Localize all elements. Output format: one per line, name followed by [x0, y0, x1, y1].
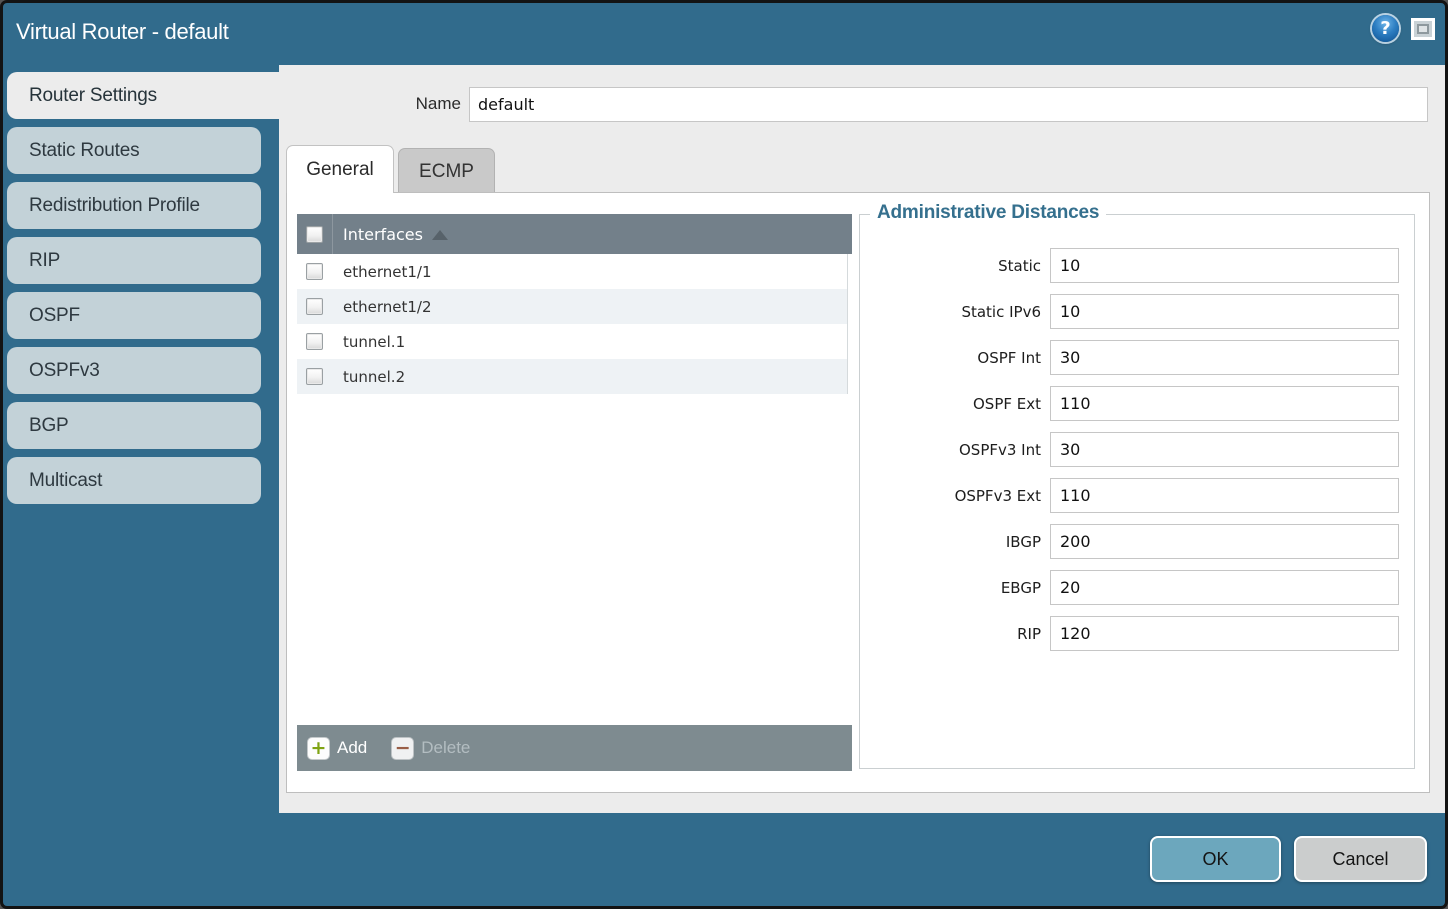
- table-row[interactable]: tunnel.1: [297, 324, 847, 359]
- help-icon[interactable]: ?: [1372, 15, 1399, 42]
- row-checkbox[interactable]: [306, 263, 323, 280]
- interface-name: tunnel.2: [343, 368, 405, 386]
- delete-button: − Delete: [391, 737, 470, 760]
- interfaces-table: Interfaces ethernet1/1 ethernet1/2 tunne: [297, 214, 852, 771]
- static-ipv6-input[interactable]: [1050, 294, 1399, 329]
- tab-ecmp[interactable]: ECMP: [398, 148, 495, 193]
- interface-name: ethernet1/1: [343, 263, 432, 281]
- content-panel: Name General ECMP Interfaces ethernet1/1: [279, 65, 1445, 813]
- name-label: Name: [379, 94, 461, 114]
- row-checkbox[interactable]: [306, 368, 323, 385]
- table-row[interactable]: ethernet1/1: [297, 254, 847, 289]
- select-all-checkbox[interactable]: [306, 226, 323, 243]
- maximize-icon[interactable]: [1411, 18, 1435, 40]
- static-input[interactable]: [1050, 248, 1399, 283]
- ospfv3-int-input[interactable]: [1050, 432, 1399, 467]
- ospf-int-input[interactable]: [1050, 340, 1399, 375]
- form-row: OSPF Int: [860, 340, 1399, 375]
- fieldset-title: Administrative Distances: [870, 202, 1106, 224]
- sidebar-item-router-settings[interactable]: Router Settings: [7, 72, 279, 119]
- table-scrollbar-track[interactable]: [847, 254, 852, 394]
- interfaces-table-header[interactable]: Interfaces: [297, 214, 852, 254]
- form-row: Static IPv6: [860, 294, 1399, 329]
- title-bar: Virtual Router - default ?: [3, 3, 1445, 65]
- ospfv3-int-label: OSPFv3 Int: [860, 441, 1050, 459]
- sort-ascending-icon[interactable]: [432, 230, 448, 240]
- row-checkbox[interactable]: [306, 298, 323, 315]
- ospf-int-label: OSPF Int: [860, 349, 1050, 367]
- delete-button-label: Delete: [421, 738, 470, 758]
- ok-button[interactable]: OK: [1150, 836, 1281, 882]
- ospf-ext-label: OSPF Ext: [860, 395, 1050, 413]
- admin-distances-form: Static Static IPv6 OSPF Int OSPF Ext: [860, 215, 1414, 651]
- tab-general[interactable]: General: [286, 145, 394, 193]
- form-row: OSPFv3 Ext: [860, 478, 1399, 513]
- ospfv3-ext-input[interactable]: [1050, 478, 1399, 513]
- plus-icon: +: [307, 737, 330, 760]
- dialog-title: Virtual Router - default: [16, 19, 229, 45]
- table-empty-area: [297, 394, 852, 725]
- add-button-label: Add: [337, 738, 367, 758]
- interface-name: ethernet1/2: [343, 298, 432, 316]
- rip-label: RIP: [860, 625, 1050, 643]
- interfaces-rows: ethernet1/1 ethernet1/2 tunnel.1 tunnel.…: [297, 254, 852, 394]
- interfaces-table-footer: + Add − Delete: [297, 725, 852, 771]
- sidebar-item-rip[interactable]: RIP: [7, 237, 261, 284]
- form-row: RIP: [860, 616, 1399, 651]
- sidebar-item-redistribution-profile[interactable]: Redistribution Profile: [7, 182, 261, 229]
- ospfv3-ext-label: OSPFv3 Ext: [860, 487, 1050, 505]
- ibgp-input[interactable]: [1050, 524, 1399, 559]
- rip-input[interactable]: [1050, 616, 1399, 651]
- row-checkbox[interactable]: [306, 333, 323, 350]
- form-row: OSPF Ext: [860, 386, 1399, 421]
- interface-name: tunnel.1: [343, 333, 405, 351]
- minus-icon: −: [391, 737, 414, 760]
- interfaces-column-header[interactable]: Interfaces: [343, 225, 423, 244]
- static-label: Static: [860, 257, 1050, 275]
- ebgp-label: EBGP: [860, 579, 1050, 597]
- ebgp-input[interactable]: [1050, 570, 1399, 605]
- maximize-icon-inner: [1417, 24, 1429, 34]
- name-input[interactable]: [469, 87, 1428, 122]
- static-ipv6-label: Static IPv6: [860, 303, 1050, 321]
- cancel-button[interactable]: Cancel: [1294, 836, 1427, 882]
- form-row: OSPFv3 Int: [860, 432, 1399, 467]
- sidebar: Router Settings Static Routes Redistribu…: [7, 72, 279, 512]
- add-button[interactable]: + Add: [307, 737, 367, 760]
- header-separator: [332, 214, 333, 254]
- table-row[interactable]: tunnel.2: [297, 359, 847, 394]
- form-row: Static: [860, 248, 1399, 283]
- sidebar-item-static-routes[interactable]: Static Routes: [7, 127, 261, 174]
- administrative-distances-fieldset: Administrative Distances Static Static I…: [859, 214, 1415, 769]
- form-row: IBGP: [860, 524, 1399, 559]
- sidebar-item-multicast[interactable]: Multicast: [7, 457, 261, 504]
- ospf-ext-input[interactable]: [1050, 386, 1399, 421]
- form-row: EBGP: [860, 570, 1399, 605]
- general-tab-pane: Interfaces ethernet1/1 ethernet1/2 tunne: [286, 192, 1430, 793]
- table-row[interactable]: ethernet1/2: [297, 289, 847, 324]
- ibgp-label: IBGP: [860, 533, 1050, 551]
- sidebar-item-ospf[interactable]: OSPF: [7, 292, 261, 339]
- sidebar-item-bgp[interactable]: BGP: [7, 402, 261, 449]
- sidebar-item-ospfv3[interactable]: OSPFv3: [7, 347, 261, 394]
- virtual-router-dialog: Virtual Router - default ? Router Settin…: [0, 0, 1448, 909]
